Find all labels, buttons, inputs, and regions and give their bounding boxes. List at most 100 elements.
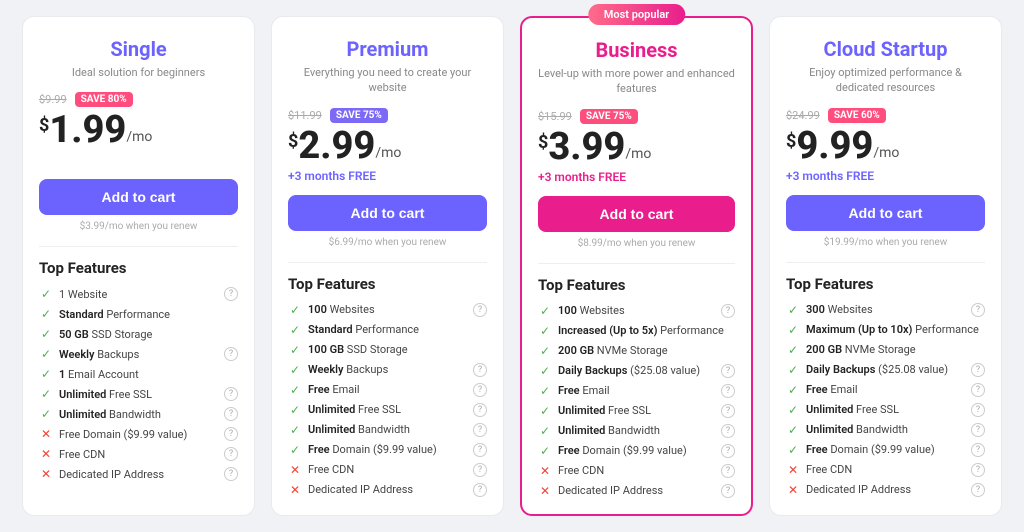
save-badge: SAVE 80% xyxy=(75,92,133,107)
info-icon[interactable]: ? xyxy=(473,363,487,377)
add-to-cart-button[interactable]: Add to cart xyxy=(786,195,985,231)
info-icon[interactable]: ? xyxy=(473,403,487,417)
feature-text: Free Email xyxy=(558,384,610,397)
plan-card-single: SingleIdeal solution for beginners $9.99… xyxy=(22,16,255,516)
feature-left: ✓ Unlimited Bandwidth xyxy=(39,407,161,421)
feature-text: 100 GB SSD Storage xyxy=(308,343,408,356)
info-icon[interactable]: ? xyxy=(971,403,985,417)
check-icon: ✓ xyxy=(288,443,302,457)
info-icon[interactable]: ? xyxy=(721,444,735,458)
add-to-cart-button[interactable]: Add to cart xyxy=(288,195,487,231)
info-icon[interactable]: ? xyxy=(971,363,985,377)
feature-left: ✓ 100 GB SSD Storage xyxy=(288,343,408,357)
info-icon[interactable]: ? xyxy=(224,287,238,301)
check-icon: ✓ xyxy=(39,307,53,321)
feature-text: 1 Website xyxy=(59,288,107,301)
check-icon: ✓ xyxy=(786,303,800,317)
info-icon[interactable]: ? xyxy=(224,447,238,461)
info-icon[interactable]: ? xyxy=(224,427,238,441)
feature-list: ✓ 100 Websites ? ✓ Standard Performance … xyxy=(288,303,487,497)
info-icon[interactable]: ? xyxy=(721,424,735,438)
price-mo: /mo xyxy=(625,146,651,162)
feature-text: Unlimited Bandwidth xyxy=(806,423,908,436)
renew-price: $3.99/mo when you renew xyxy=(39,221,238,232)
feature-text: Free Email xyxy=(806,383,858,396)
feature-item: ✓ Unlimited Bandwidth ? xyxy=(538,424,735,438)
feature-item: ✓ Increased (Up to 5x) Performance xyxy=(538,324,735,338)
info-icon[interactable]: ? xyxy=(971,303,985,317)
feature-text: Unlimited Bandwidth xyxy=(558,424,660,437)
feature-left: ✓ Unlimited Bandwidth xyxy=(538,424,660,438)
feature-item: ✓ Unlimited Free SSL ? xyxy=(538,404,735,418)
feature-text: Unlimited Free SSL xyxy=(308,403,401,416)
info-icon[interactable]: ? xyxy=(473,463,487,477)
info-icon[interactable]: ? xyxy=(473,443,487,457)
info-icon[interactable]: ? xyxy=(721,484,735,498)
check-icon: ✓ xyxy=(786,323,800,337)
feature-item: ✓ Unlimited Free SSL ? xyxy=(288,403,487,417)
feature-left: ✓ Free Email xyxy=(786,383,858,397)
feature-left: ✓ Free Email xyxy=(288,383,360,397)
info-icon[interactable]: ? xyxy=(971,463,985,477)
info-icon[interactable]: ? xyxy=(971,483,985,497)
info-icon[interactable]: ? xyxy=(224,347,238,361)
check-icon: ✓ xyxy=(288,423,302,437)
info-icon[interactable]: ? xyxy=(721,404,735,418)
info-icon[interactable]: ? xyxy=(473,483,487,497)
top-features-title: Top Features xyxy=(288,275,487,293)
feature-text: Free CDN xyxy=(59,448,105,461)
info-icon[interactable]: ? xyxy=(473,383,487,397)
feature-left: ✕ Free CDN xyxy=(538,464,604,478)
price-main: $ 1.99 /mo xyxy=(39,111,238,149)
feature-item: ✕ Free Domain ($9.99 value) ? xyxy=(39,427,238,441)
info-icon[interactable]: ? xyxy=(971,423,985,437)
feature-item: ✓ 1 Email Account xyxy=(39,367,238,381)
feature-text: Dedicated IP Address xyxy=(806,483,911,496)
feature-left: ✓ Weekly Backups xyxy=(39,347,139,361)
x-icon: ✕ xyxy=(538,484,552,498)
free-months: +3 months FREE xyxy=(786,169,985,185)
price-mo: /mo xyxy=(126,129,152,145)
x-icon: ✕ xyxy=(786,463,800,477)
feature-item: ✕ Free CDN ? xyxy=(538,464,735,478)
top-features-title: Top Features xyxy=(786,275,985,293)
x-icon: ✕ xyxy=(39,447,53,461)
info-icon[interactable]: ? xyxy=(971,443,985,457)
info-icon[interactable]: ? xyxy=(971,383,985,397)
check-icon: ✓ xyxy=(786,383,800,397)
info-icon[interactable]: ? xyxy=(721,304,735,318)
price-main: $ 3.99 /mo xyxy=(538,128,735,166)
check-icon: ✓ xyxy=(39,367,53,381)
info-icon[interactable]: ? xyxy=(721,364,735,378)
plan-desc: Ideal solution for beginners xyxy=(39,65,238,80)
plan-desc: Everything you need to create your websi… xyxy=(288,65,487,96)
check-icon: ✓ xyxy=(288,303,302,317)
feature-left: ✕ Dedicated IP Address xyxy=(786,483,911,497)
info-icon[interactable]: ? xyxy=(224,467,238,481)
check-icon: ✓ xyxy=(538,424,552,438)
feature-text: Free Email xyxy=(308,383,360,396)
add-to-cart-button[interactable]: Add to cart xyxy=(538,196,735,232)
add-to-cart-button[interactable]: Add to cart xyxy=(39,179,238,215)
feature-left: ✓ Increased (Up to 5x) Performance xyxy=(538,324,724,338)
price-amount: 9.99 xyxy=(796,127,873,165)
feature-item: ✓ 300 Websites ? xyxy=(786,303,985,317)
check-icon: ✓ xyxy=(39,387,53,401)
feature-text: 1 Email Account xyxy=(59,368,139,381)
info-icon[interactable]: ? xyxy=(473,423,487,437)
info-icon[interactable]: ? xyxy=(224,407,238,421)
check-icon: ✓ xyxy=(39,327,53,341)
feature-left: ✓ Daily Backups ($25.08 value) xyxy=(786,363,948,377)
info-icon[interactable]: ? xyxy=(721,384,735,398)
feature-text: Unlimited Free SSL xyxy=(558,404,651,417)
info-icon[interactable]: ? xyxy=(224,387,238,401)
feature-text: 100 Websites xyxy=(558,304,625,317)
info-icon[interactable]: ? xyxy=(721,464,735,478)
feature-left: ✓ 50 GB SSD Storage xyxy=(39,327,152,341)
info-icon[interactable]: ? xyxy=(473,303,487,317)
check-icon: ✓ xyxy=(538,444,552,458)
feature-text: Free CDN xyxy=(806,463,852,476)
price-amount: 2.99 xyxy=(298,127,375,165)
feature-text: Free CDN xyxy=(558,464,604,477)
feature-left: ✕ Dedicated IP Address xyxy=(39,467,164,481)
